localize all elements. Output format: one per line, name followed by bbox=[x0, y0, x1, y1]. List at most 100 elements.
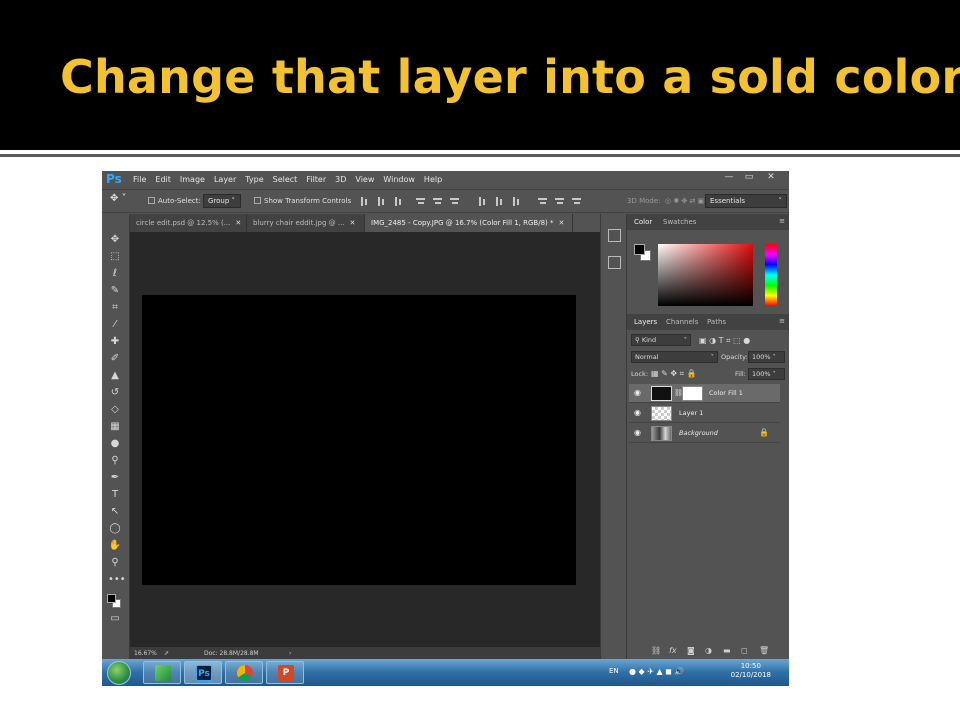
pen-tool-icon[interactable]: ✒ bbox=[108, 471, 122, 485]
tab-circle-edit[interactable]: circle edit.psd @ 12.5% (... ✕ bbox=[130, 214, 247, 232]
crop-tool-icon[interactable]: ⌗ bbox=[108, 301, 122, 315]
taskbar-powerpoint-button[interactable]: P bbox=[266, 661, 304, 684]
layer-filter-icons[interactable]: ▣ ◑ T ⌗ ⬚ ● bbox=[699, 336, 750, 346]
close-icon[interactable]: ✕ bbox=[559, 219, 565, 227]
menu-layer[interactable]: Layer bbox=[214, 175, 236, 184]
show-transform-checkbox[interactable]: Show Transform Controls bbox=[254, 197, 351, 205]
color-spectrum[interactable] bbox=[658, 244, 753, 306]
tab-paths[interactable]: Paths bbox=[707, 318, 726, 326]
taskbar-photoshop-button[interactable]: Ps bbox=[184, 661, 222, 684]
zoom-tool-icon[interactable]: ⚲ bbox=[108, 556, 122, 570]
menu-view[interactable]: View bbox=[355, 175, 374, 184]
brush-tool-icon[interactable]: ✐ bbox=[108, 352, 122, 366]
export-icon[interactable]: ⇗ bbox=[164, 650, 169, 657]
eye-icon[interactable]: ◉ bbox=[634, 408, 643, 417]
layer-row[interactable]: ◉ Background 🔒 bbox=[629, 424, 780, 443]
taskbar-chrome-button[interactable] bbox=[225, 661, 263, 684]
quick-select-tool-icon[interactable]: ✎ bbox=[108, 284, 122, 298]
foreground-color-swatch[interactable] bbox=[634, 244, 645, 255]
align-distribute-icon[interactable] bbox=[478, 197, 487, 206]
fill-field[interactable]: 100% ˅ bbox=[748, 368, 785, 380]
workspace-dropdown[interactable]: Essentials ˅ bbox=[705, 194, 787, 208]
blend-mode-dropdown[interactable]: Normal ˅ bbox=[631, 351, 718, 363]
restore-button[interactable]: ▭ bbox=[739, 172, 759, 182]
blur-tool-icon[interactable]: ● bbox=[108, 437, 122, 451]
path-select-tool-icon[interactable]: ↖ bbox=[108, 505, 122, 519]
align-distribute-icon[interactable] bbox=[394, 197, 403, 206]
stamp-tool-icon[interactable]: ▲ bbox=[108, 369, 122, 383]
auto-select-dropdown[interactable]: Group ˅ bbox=[203, 194, 241, 208]
align-distribute-icon[interactable] bbox=[416, 197, 425, 206]
tab-img-2485[interactable]: IMG_2485 - Copy.JPG @ 16.7% (Color Fill … bbox=[365, 214, 573, 232]
panel-menu-icon[interactable]: ≡ bbox=[779, 317, 785, 325]
lock-icons[interactable]: ▦ ✎ ✥ ⌗ 🔒 bbox=[651, 369, 697, 379]
menu-select[interactable]: Select bbox=[273, 175, 298, 184]
panel-menu-icon[interactable]: ≡ bbox=[779, 217, 785, 225]
move-tool-icon[interactable]: ✥ bbox=[108, 233, 122, 247]
menu-edit[interactable]: Edit bbox=[155, 175, 171, 184]
menu-file[interactable]: File bbox=[133, 175, 146, 184]
properties-panel-icon[interactable] bbox=[608, 256, 621, 269]
auto-select-checkbox[interactable]: Auto-Select: bbox=[148, 197, 201, 205]
close-button[interactable]: ✕ bbox=[761, 172, 781, 182]
more-tools-icon[interactable]: ••• bbox=[108, 573, 126, 587]
hue-slider[interactable] bbox=[765, 244, 777, 306]
layer-row[interactable]: ◉ Layer 1 bbox=[629, 404, 780, 423]
start-button[interactable] bbox=[107, 661, 131, 685]
align-distribute-icon[interactable] bbox=[538, 197, 547, 206]
align-distribute-icon[interactable] bbox=[450, 197, 459, 206]
folder-icon[interactable]: ▬ bbox=[723, 646, 731, 655]
history-brush-tool-icon[interactable]: ↺ bbox=[108, 386, 122, 400]
hand-tool-icon[interactable]: ✋ bbox=[108, 539, 122, 553]
menu-image[interactable]: Image bbox=[180, 175, 205, 184]
menu-3d[interactable]: 3D bbox=[335, 175, 346, 184]
layer-row[interactable]: ◉ ⛓ Color Fill 1 bbox=[629, 384, 780, 403]
align-distribute-icon[interactable] bbox=[512, 197, 521, 206]
align-distribute-icon[interactable] bbox=[555, 197, 564, 206]
align-distribute-icon[interactable] bbox=[572, 197, 581, 206]
healing-brush-tool-icon[interactable]: ✚ bbox=[108, 335, 122, 349]
close-icon[interactable]: ✕ bbox=[350, 219, 356, 227]
align-distribute-icon[interactable] bbox=[495, 197, 504, 206]
tab-swatches[interactable]: Swatches bbox=[663, 218, 696, 226]
fx-icon[interactable]: fx bbox=[669, 646, 677, 655]
menu-filter[interactable]: Filter bbox=[306, 175, 326, 184]
tab-blurry-chair[interactable]: blurry chair eddit.jpg @ ... ✕ bbox=[247, 214, 365, 232]
gradient-tool-icon[interactable]: ▦ bbox=[108, 420, 122, 434]
eye-icon[interactable]: ◉ bbox=[634, 428, 643, 437]
quick-mask-icon[interactable]: ▭ bbox=[108, 612, 122, 626]
document-canvas[interactable] bbox=[142, 295, 576, 585]
mask-icon[interactable]: ◙ bbox=[687, 646, 695, 655]
type-tool-icon[interactable]: T bbox=[108, 488, 122, 502]
menu-window[interactable]: Window bbox=[383, 175, 415, 184]
trash-icon[interactable]: 🗑 bbox=[759, 646, 769, 655]
align-distribute-icon[interactable] bbox=[360, 197, 369, 206]
close-icon[interactable]: ✕ bbox=[235, 219, 241, 227]
eye-icon[interactable]: ◉ bbox=[634, 388, 643, 397]
opacity-field[interactable]: 100% ˅ bbox=[748, 351, 785, 363]
canvas-area[interactable] bbox=[130, 232, 600, 647]
link-icon[interactable]: ⛓ bbox=[651, 646, 661, 655]
language-indicator[interactable]: EN bbox=[609, 667, 619, 675]
menu-help[interactable]: Help bbox=[424, 175, 442, 184]
zoom-level[interactable]: 16.67% bbox=[134, 650, 157, 657]
tab-channels[interactable]: Channels bbox=[666, 318, 698, 326]
minimize-button[interactable]: — bbox=[719, 172, 739, 182]
status-arrow-icon[interactable]: › bbox=[289, 650, 291, 657]
system-tray-icons[interactable]: ● ◆ ✈ ▲ ◼ 🔊 bbox=[629, 667, 684, 676]
foreground-color-swatch[interactable] bbox=[107, 594, 116, 603]
lasso-tool-icon[interactable]: ℓ bbox=[108, 267, 122, 281]
adjustment-icon[interactable]: ◑ bbox=[705, 646, 712, 655]
eraser-tool-icon[interactable]: ◇ bbox=[108, 403, 122, 417]
tab-color[interactable]: Color bbox=[634, 218, 652, 226]
move-tool-preset-icon[interactable]: ✥ ˅ bbox=[110, 193, 127, 204]
dodge-tool-icon[interactable]: ⚲ bbox=[108, 454, 122, 468]
layer-filter-dropdown[interactable]: ⚲ Kind ˅ bbox=[631, 334, 691, 346]
align-distribute-icon[interactable] bbox=[433, 197, 442, 206]
clock[interactable]: 10:50 02/10/2018 bbox=[731, 662, 771, 680]
align-distribute-icon[interactable] bbox=[377, 197, 386, 206]
new-layer-icon[interactable]: ◻ bbox=[741, 646, 748, 655]
tab-layers[interactable]: Layers bbox=[634, 318, 657, 326]
history-panel-icon[interactable] bbox=[608, 229, 621, 242]
marquee-tool-icon[interactable]: ⬚ bbox=[108, 250, 122, 264]
